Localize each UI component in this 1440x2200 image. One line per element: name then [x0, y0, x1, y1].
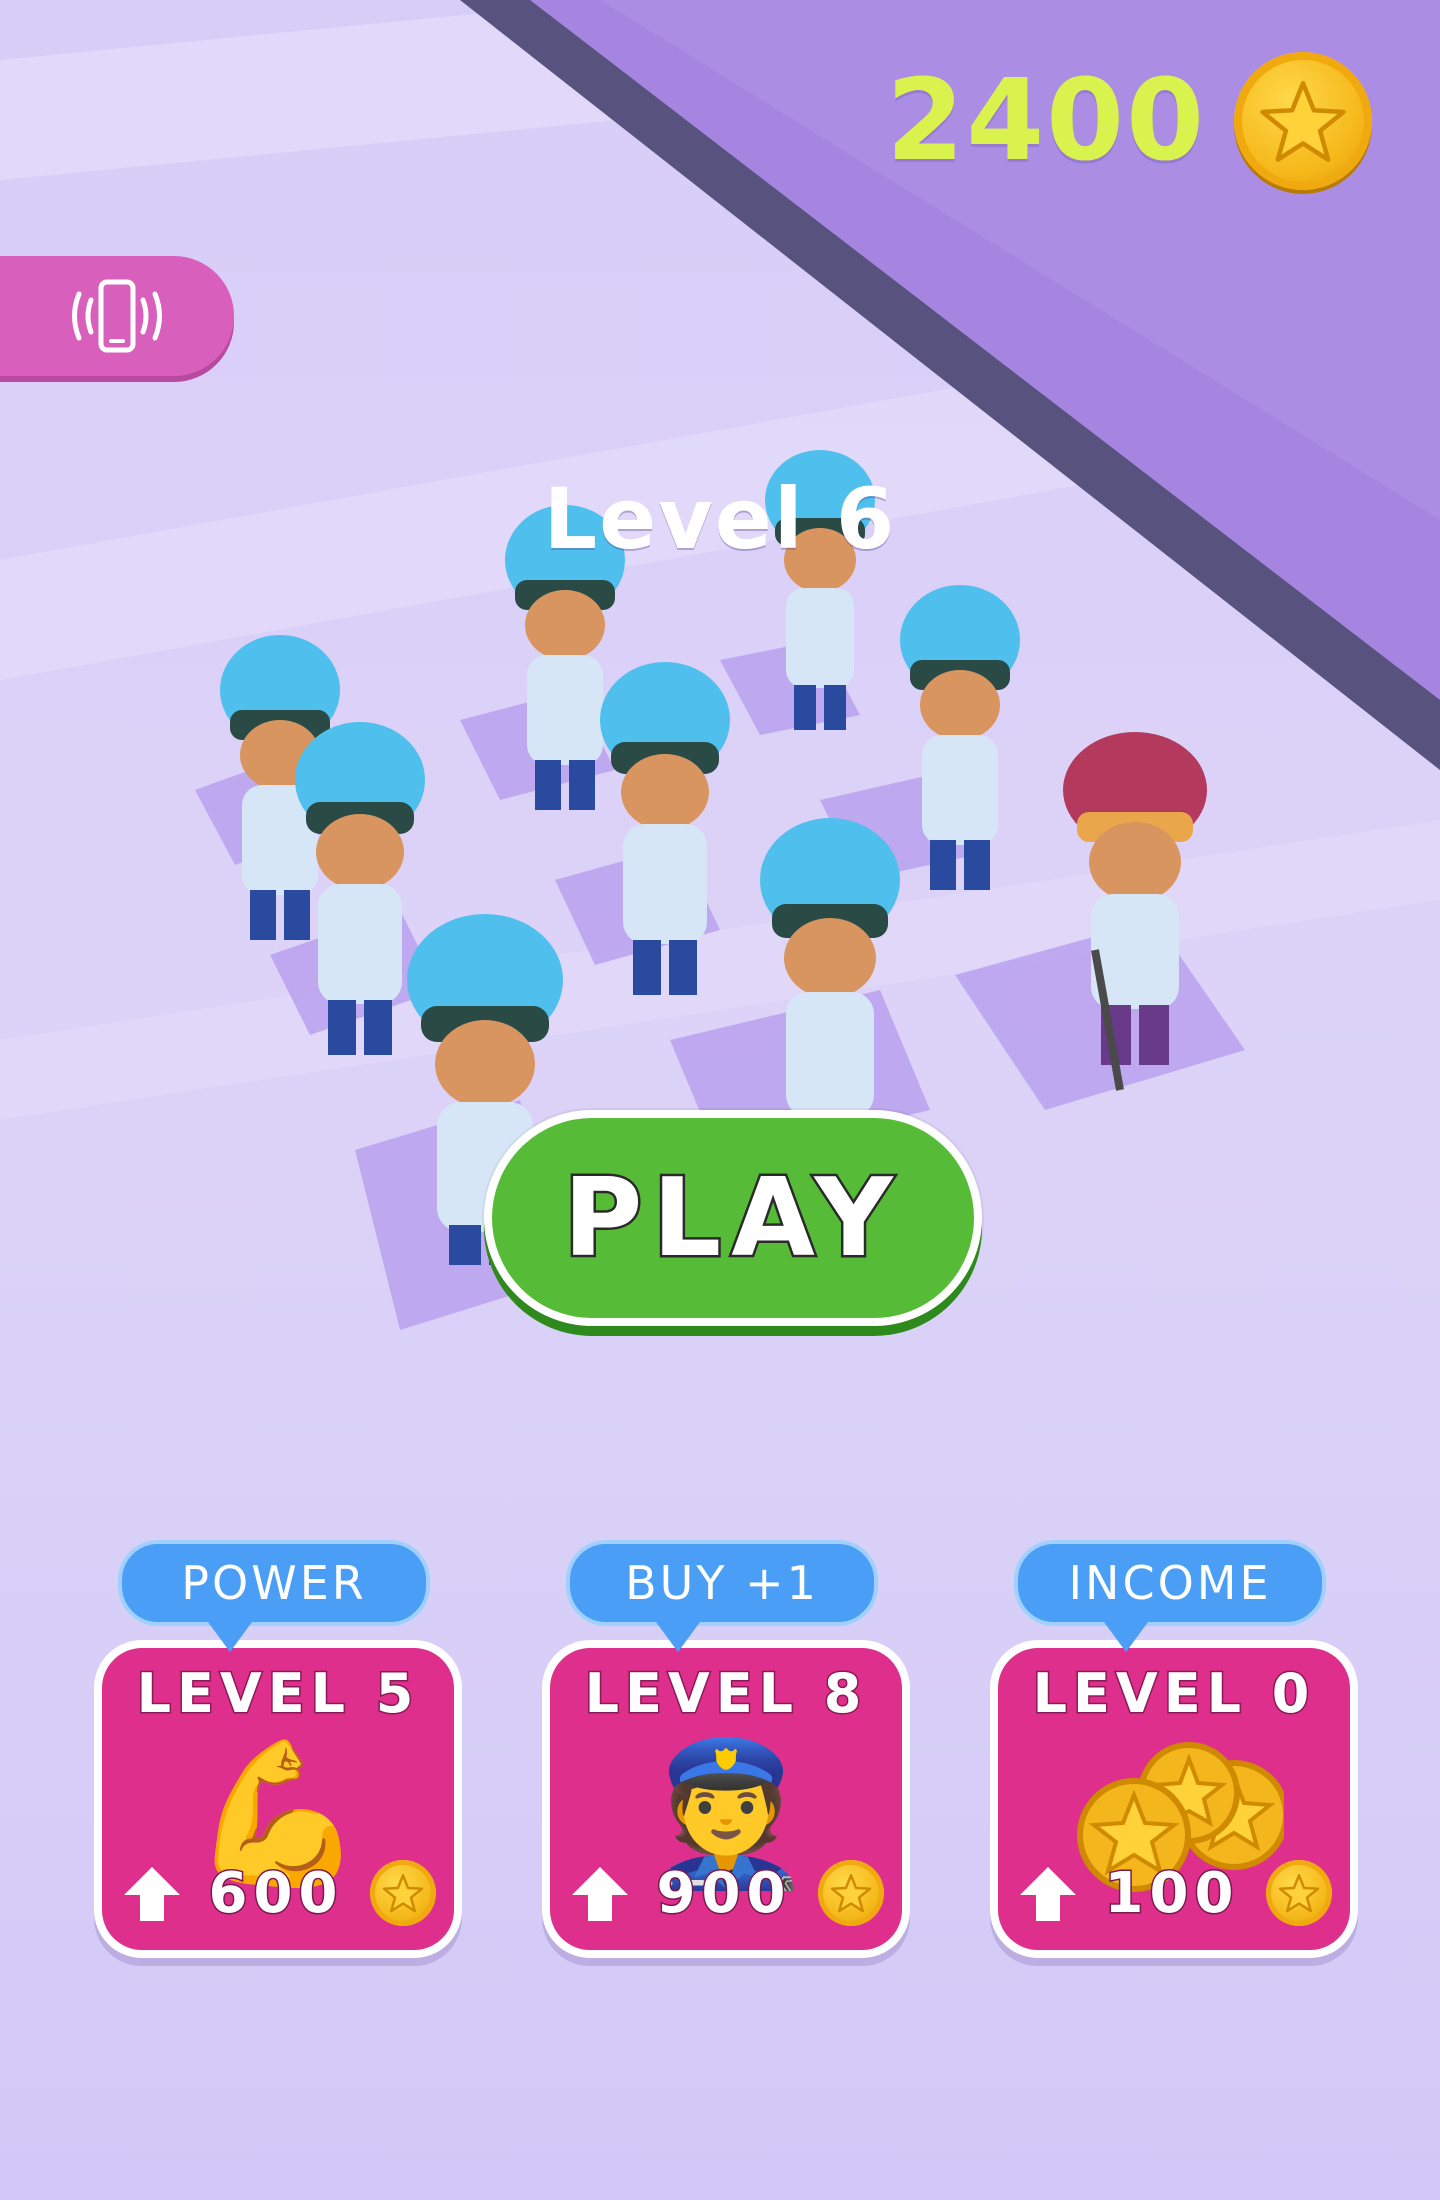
upgrade-card[interactable]: LEVEL 5 💪 600: [94, 1640, 462, 1958]
star-coin-icon: [818, 1860, 884, 1926]
upgrade-tag: INCOME: [1014, 1540, 1326, 1652]
phone-vibrate-icon: [72, 279, 162, 353]
arrow-up-icon: [124, 1867, 180, 1921]
upgrade-tag-label: INCOME: [1068, 1556, 1272, 1610]
upgrade-price: 600: [122, 1854, 436, 1932]
play-label: PLAY: [561, 1153, 903, 1283]
upgrade-card[interactable]: LEVEL 8 👮 900: [542, 1640, 910, 1958]
upgrade-tag-label: BUY +1: [625, 1556, 819, 1610]
arrow-up-icon: [1020, 1867, 1076, 1921]
upgrade-price-value: 100: [1103, 1859, 1240, 1927]
vibration-toggle-button[interactable]: [0, 256, 234, 376]
star-coin-icon: [1234, 52, 1372, 190]
upgrade-price-value: 900: [655, 1859, 792, 1927]
level-title: Level 6: [543, 470, 897, 568]
arrow-up-icon: [572, 1867, 628, 1921]
play-button[interactable]: PLAY: [484, 1110, 982, 1326]
upgrade-tag-label: POWER: [181, 1556, 367, 1610]
star-coin-icon: [370, 1860, 436, 1926]
upgrade-power[interactable]: POWER LEVEL 5 💪 600: [94, 1540, 462, 2020]
coin-counter: 2400: [886, 52, 1372, 190]
star-coin-icon: [1266, 1860, 1332, 1926]
upgrade-level: LEVEL 5: [135, 1661, 420, 1727]
upgrade-price-value: 600: [207, 1859, 344, 1927]
upgrade-income[interactable]: INCOME LEVEL 0 100: [990, 1540, 1358, 2020]
upgrade-buy[interactable]: BUY +1 LEVEL 8 👮 900: [542, 1540, 910, 2020]
upgrade-price: 900: [570, 1854, 884, 1932]
upgrade-card[interactable]: LEVEL 0 100: [990, 1640, 1358, 1958]
upgrade-tag: POWER: [118, 1540, 430, 1652]
upgrade-price: 100: [1018, 1854, 1332, 1932]
upgrade-tag: BUY +1: [566, 1540, 878, 1652]
coin-count: 2400: [886, 56, 1206, 186]
upgrade-level: LEVEL 8: [583, 1661, 868, 1727]
upgrade-level: LEVEL 0: [1031, 1661, 1316, 1727]
